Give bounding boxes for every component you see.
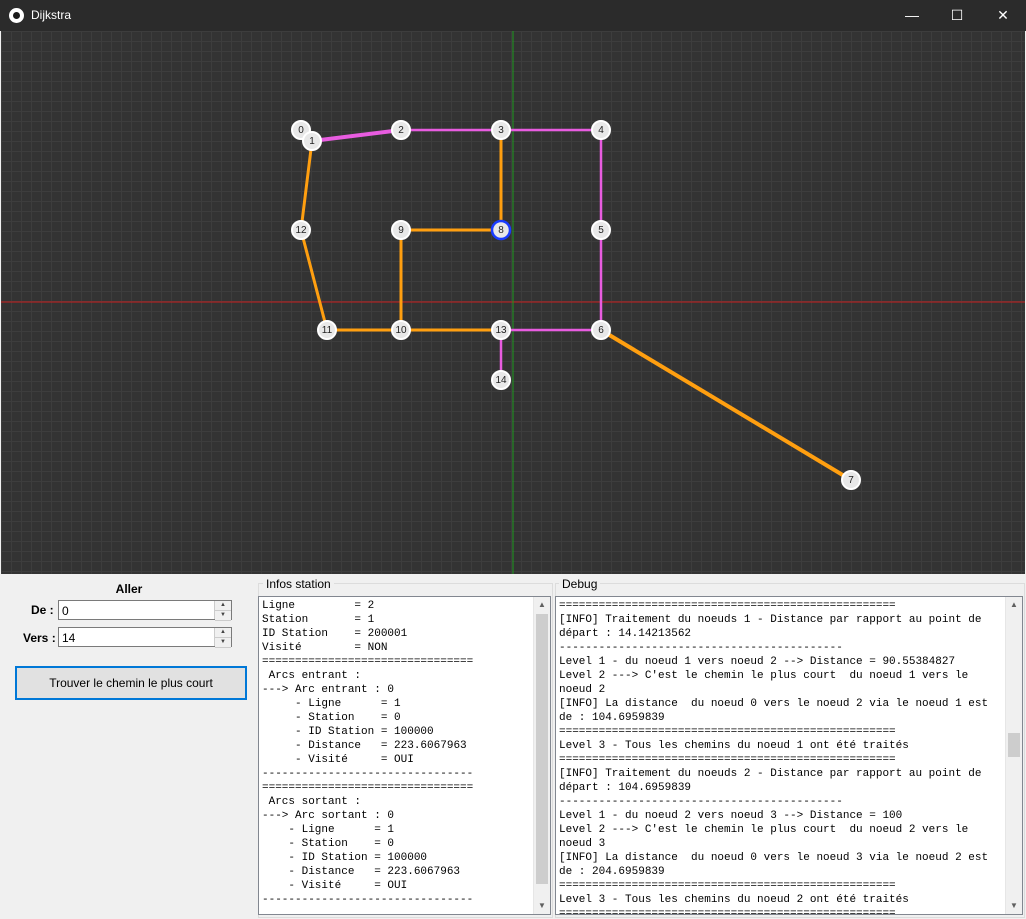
graph-node-6[interactable]: 6	[591, 320, 611, 340]
scroll-down-icon[interactable]: ▼	[534, 898, 550, 914]
title-bar: Dijkstra — ☐ ✕	[0, 0, 1026, 31]
node-label: 2	[398, 125, 404, 136]
graph-node-3[interactable]: 3	[491, 120, 511, 140]
node-label: 3	[498, 125, 504, 136]
graph-canvas[interactable]: 0 1 2 3 4 5 6 7 8 9 10 11 12 13 14	[1, 31, 1025, 574]
debug-text: ========================================…	[559, 600, 989, 915]
node-label: 9	[398, 225, 404, 236]
vers-spinner-arrows[interactable]: ▲ ▼	[214, 628, 231, 648]
graph-edge-1-2	[310, 128, 403, 143]
vers-label: Vers :	[23, 631, 56, 645]
de-value: 0	[62, 604, 69, 618]
graph-node-8[interactable]: 8	[490, 219, 512, 241]
graph-svg[interactable]: 012 3 4567891011121314	[1, 31, 1025, 574]
node-label: 12	[295, 225, 307, 236]
de-spinner[interactable]: 0 ▲ ▼	[58, 600, 232, 621]
graph-node-2[interactable]: 2	[391, 120, 411, 140]
infos-station-textbox[interactable]: Ligne = 2 Station = 1 ID Station = 20000…	[258, 596, 551, 915]
spin-up-icon[interactable]: ▲	[215, 601, 231, 611]
de-label: De :	[31, 603, 54, 617]
maximize-button[interactable]: ☐	[934, 0, 980, 31]
node-label: 14	[495, 375, 507, 386]
vers-value: 14	[62, 631, 76, 645]
scroll-up-icon[interactable]: ▲	[534, 597, 550, 613]
infos-station-label: Infos station	[263, 577, 334, 591]
de-spinner-arrows[interactable]: ▲ ▼	[214, 601, 231, 621]
bottom-panel: Aller De : 0 ▲ ▼ Vers : 14 ▲ ▼ Trouver l…	[0, 574, 1026, 919]
graph-edge-1-12	[299, 139, 314, 232]
minimize-button[interactable]: —	[889, 0, 935, 31]
graph-node-13[interactable]: 13	[491, 320, 511, 340]
node-label: 10	[395, 325, 407, 336]
scroll-down-icon[interactable]: ▼	[1006, 898, 1022, 914]
scroll-up-icon[interactable]: ▲	[1006, 597, 1022, 613]
node-label: 1	[309, 136, 315, 147]
spin-up-icon[interactable]: ▲	[215, 628, 231, 638]
debug-scrollbar[interactable]: ▲ ▼	[1005, 597, 1022, 914]
graph-node-10[interactable]: 10	[391, 320, 411, 340]
aller-title: Aller	[115, 582, 143, 596]
graph-node-12[interactable]: 12	[291, 220, 311, 240]
node-label: 6	[598, 325, 604, 336]
node-label: 8	[498, 225, 504, 236]
node-label: 7	[848, 475, 854, 486]
debug-scroll-thumb[interactable]	[1008, 733, 1020, 757]
app-icon	[9, 8, 24, 23]
debug-textbox[interactable]: ========================================…	[555, 596, 1023, 915]
infos-scrollbar[interactable]: ▲ ▼	[533, 597, 550, 914]
find-shortest-path-button[interactable]: Trouver le chemin le plus court	[15, 666, 247, 700]
close-button[interactable]: ✕	[980, 0, 1026, 31]
graph-node-1[interactable]: 1	[302, 131, 322, 151]
graph-edge-12-11	[299, 228, 329, 332]
infos-scroll-thumb[interactable]	[536, 614, 548, 884]
window-title: Dijkstra	[31, 8, 72, 22]
spin-down-icon[interactable]: ▼	[215, 611, 231, 621]
graph-node-5[interactable]: 5	[591, 220, 611, 240]
graph-node-14[interactable]: 14	[491, 370, 511, 390]
node-label: 4	[598, 125, 604, 136]
graph-node-4[interactable]: 4	[591, 120, 611, 140]
graph-edge-6-7	[599, 328, 853, 482]
infos-station-text: Ligne = 2 Station = 1 ID Station = 20000…	[262, 600, 474, 906]
node-label: 11	[322, 325, 333, 336]
graph-node-11[interactable]: 11	[317, 320, 337, 340]
spin-down-icon[interactable]: ▼	[215, 638, 231, 648]
vers-spinner[interactable]: 14 ▲ ▼	[58, 627, 232, 648]
graph-node-7[interactable]: 7	[841, 470, 861, 490]
debug-label: Debug	[559, 577, 601, 591]
node-label: 0	[298, 125, 304, 136]
graph-node-9[interactable]: 9	[391, 220, 411, 240]
node-label: 5	[598, 225, 604, 236]
node-label: 13	[495, 325, 507, 336]
